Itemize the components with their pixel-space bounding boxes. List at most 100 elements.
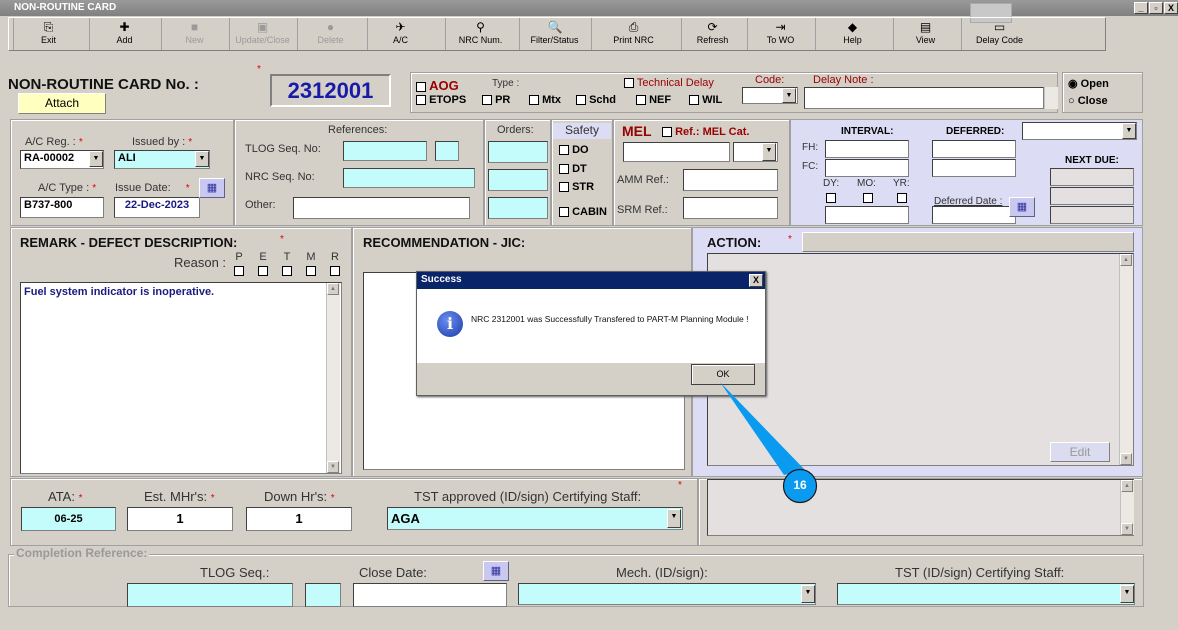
next-due-label: NEXT DUE: [1065, 155, 1119, 166]
toolbar-a-c-button[interactable]: ✈ A/C [367, 18, 433, 50]
mtx-checkbox[interactable] [529, 95, 539, 106]
new-icon: ■ [190, 20, 199, 34]
amm-ref-label: AMM Ref.: [617, 174, 669, 186]
completion-tlog-suffix-input[interactable] [305, 583, 341, 607]
reason-m: M [305, 251, 317, 277]
tst-approved-select[interactable]: AGA [387, 507, 683, 530]
nrc-seq-input[interactable] [343, 168, 475, 188]
reason-checkbox[interactable] [306, 265, 316, 276]
order-input-2[interactable] [488, 169, 548, 191]
tlog-seq-suffix-input[interactable] [435, 141, 459, 161]
interval-fc-input[interactable] [825, 159, 909, 177]
close-radio[interactable]: ○ [1068, 95, 1075, 107]
reason-letter: M [306, 251, 316, 263]
tlog-seq-input[interactable] [343, 141, 427, 161]
deferred-fh-input[interactable] [932, 140, 1016, 158]
nef-checkbox[interactable] [636, 95, 646, 106]
toolbar-exit-button[interactable]: ⎘ Exit [13, 18, 83, 50]
toolbar-delay-code-button[interactable]: ▭ Delay Code [961, 18, 1037, 50]
down-hrs-input[interactable]: 1 [246, 507, 352, 531]
completion-tlog-input[interactable] [127, 583, 293, 607]
etops-checkbox[interactable] [416, 95, 426, 106]
aog-checkbox[interactable] [416, 81, 426, 92]
dt-checkbox[interactable] [559, 164, 569, 175]
reason-checkbox[interactable] [258, 265, 268, 276]
deferred-select[interactable] [1022, 122, 1137, 140]
maximize-button[interactable]: ▫ [1149, 2, 1163, 14]
minimize-button[interactable]: _ [1134, 2, 1148, 14]
toolbar-refresh-button[interactable]: ⟳ Refresh [681, 18, 743, 50]
delay-note-input[interactable] [804, 87, 1044, 109]
deferred-date-input[interactable] [932, 206, 1016, 224]
toolbar-filter-status-button[interactable]: 🔍 Filter/Status [519, 18, 589, 50]
amm-ref-input[interactable] [683, 169, 778, 191]
srm-ref-input[interactable] [683, 197, 778, 219]
toolbar-update-close-button[interactable]: ▣ Update/Close [229, 18, 295, 50]
order-input-1[interactable] [488, 141, 548, 163]
chevron-down-icon[interactable]: ▼ [89, 151, 103, 167]
attach-button[interactable]: Attach [18, 93, 106, 114]
dy-checkbox[interactable] [826, 193, 836, 203]
est-mhr-input[interactable]: 1 [127, 507, 233, 531]
issue-date-input[interactable]: 22-Dec-2023 [114, 197, 200, 218]
chevron-down-icon[interactable]: ▼ [667, 509, 681, 528]
aog-label: AOG [429, 78, 459, 93]
str-label: STR [572, 181, 595, 193]
chevron-down-icon[interactable]: ▼ [1120, 585, 1134, 603]
cabin-checkbox[interactable] [559, 207, 569, 218]
calendar-icon[interactable]: ▦ [483, 561, 509, 581]
close-window-button[interactable]: X [1164, 2, 1178, 14]
mech-select[interactable] [518, 583, 816, 605]
safety-tab[interactable]: Safety [553, 123, 611, 139]
technical-delay-checkbox[interactable] [624, 78, 634, 89]
delay-code-icon: ▭ [993, 20, 1006, 34]
mel-ref-checkbox[interactable] [662, 127, 672, 138]
pr-checkbox[interactable] [482, 95, 492, 106]
deferred-fc-input[interactable] [932, 159, 1016, 177]
mo-checkbox[interactable] [863, 193, 873, 203]
chevron-down-icon[interactable]: ▼ [195, 151, 209, 167]
calendar-icon[interactable]: ▦ [199, 178, 225, 198]
chevron-down-icon[interactable]: ▼ [1122, 123, 1136, 139]
action-scrollbar[interactable]: ▲ ▼ [1119, 254, 1133, 465]
yr-checkbox[interactable] [897, 193, 907, 203]
toolbar-to-wo-button[interactable]: ⇥ To WO [747, 18, 813, 50]
toolbar-nrc-num-button[interactable]: ⚲ NRC Num. [445, 18, 515, 50]
help-book-icon: ◆ [847, 20, 858, 34]
chevron-down-icon[interactable]: ▼ [762, 143, 776, 161]
toolbar-print-nrc-button[interactable]: ⎙ Print NRC [591, 18, 675, 50]
remark-scrollbar[interactable]: ▲ ▼ [326, 283, 340, 473]
reason-checkbox[interactable] [234, 265, 244, 276]
mel-input[interactable] [623, 142, 730, 162]
edit-button[interactable]: Edit [1050, 442, 1110, 462]
toolbar-help-button[interactable]: ◆ Help [815, 18, 889, 50]
toolbar-button-label: Print NRC [613, 35, 654, 45]
schd-checkbox[interactable] [576, 95, 586, 106]
chevron-down-icon[interactable]: ▼ [801, 585, 815, 603]
reason-checkbox[interactable] [330, 265, 340, 276]
ac-type-input[interactable]: B737-800 [20, 197, 104, 218]
toolbar-delete-button[interactable]: ● Delete [297, 18, 363, 50]
order-input-3[interactable] [488, 197, 548, 219]
toolbar-add-button[interactable]: ✚ Add [89, 18, 159, 50]
ata-input[interactable]: 06-25 [21, 507, 116, 531]
chevron-down-icon[interactable]: ▼ [782, 88, 796, 103]
str-checkbox[interactable] [559, 182, 569, 193]
dialog-close-button[interactable]: X [749, 274, 763, 287]
defect-description-textarea[interactable]: Fuel system indicator is inoperative. [20, 282, 342, 474]
delay-note-scrollbar[interactable] [1044, 87, 1058, 109]
notes-scrollbar[interactable]: ▲ ▼ [1120, 480, 1134, 535]
toolbar-view-button[interactable]: ▤ View [893, 18, 957, 50]
open-radio[interactable]: ◉ [1068, 78, 1078, 90]
do-checkbox[interactable] [559, 145, 569, 156]
close-date-input[interactable] [353, 583, 507, 607]
completion-tlog-label: TLOG Seq.: [200, 565, 270, 580]
wil-checkbox[interactable] [689, 95, 699, 106]
interval-fh-input[interactable] [825, 140, 909, 158]
tst-certifying-select[interactable] [837, 583, 1135, 605]
calendar-icon[interactable]: ▦ [1009, 197, 1035, 217]
toolbar-new-button[interactable]: ■ New [161, 18, 227, 50]
interval-calendar-input[interactable] [825, 206, 909, 224]
reason-checkbox[interactable] [282, 265, 292, 276]
other-input[interactable] [293, 197, 470, 219]
